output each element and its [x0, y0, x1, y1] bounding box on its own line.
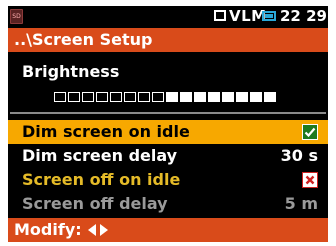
slider-segment: [152, 92, 164, 102]
slider-segment: [194, 92, 206, 102]
slider-segment: [264, 92, 276, 102]
slider-segment: [180, 92, 192, 102]
divider: [10, 112, 326, 114]
device-screen: SD VLM 22 29 ..\Screen Setup Brightness …: [8, 6, 328, 242]
slider-segment: [222, 92, 234, 102]
sd-card-icon: SD: [10, 9, 23, 24]
title-bar: ..\Screen Setup: [8, 28, 328, 52]
menu-item-dim-screen-delay[interactable]: Dim screen delay 30 s: [8, 144, 328, 168]
slider-segment: [208, 92, 220, 102]
brightness-slider[interactable]: [54, 92, 276, 102]
modify-label: Modify:: [14, 220, 82, 239]
menu-item-label: Dim screen delay: [22, 146, 178, 165]
slider-segment: [68, 92, 80, 102]
slider-segment: [166, 92, 178, 102]
footer-bar: Modify:: [8, 218, 328, 242]
slider-segment: [96, 92, 108, 102]
screen-icon: [262, 11, 276, 21]
menu-item-screen-off-delay[interactable]: Screen off delay 5 m: [8, 192, 328, 216]
status-bar: SD VLM 22 29: [8, 6, 328, 28]
slider-segment: [124, 92, 136, 102]
slider-segment: [82, 92, 94, 102]
checkbox-checked-icon[interactable]: [302, 124, 318, 140]
slider-segment: [110, 92, 122, 102]
slider-segment: [138, 92, 150, 102]
slider-segment: [250, 92, 262, 102]
brightness-label: Brightness: [22, 62, 120, 81]
menu-item-screen-off-on-idle[interactable]: Screen off on idle: [8, 168, 328, 192]
right-arrow-icon[interactable]: [100, 224, 108, 236]
clock: 22 29: [280, 7, 327, 25]
menu-item-label: Screen off delay: [22, 194, 168, 213]
slider-segment: [236, 92, 248, 102]
mode-label: VLM: [229, 7, 267, 25]
menu-item-label: Screen off on idle: [22, 170, 181, 189]
menu-item-label: Dim screen on idle: [22, 122, 190, 141]
left-arrow-icon[interactable]: [88, 224, 96, 236]
menu-item-dim-screen-on-idle[interactable]: Dim screen on idle: [8, 120, 328, 144]
menu-item-value: 30 s: [280, 146, 318, 165]
menu-item-value: 5 m: [284, 194, 318, 213]
checkbox-unchecked-icon[interactable]: [302, 172, 318, 188]
page-title: ..\Screen Setup: [14, 30, 153, 49]
slider-segment: [54, 92, 66, 102]
mode-indicator-icon: [214, 10, 226, 21]
